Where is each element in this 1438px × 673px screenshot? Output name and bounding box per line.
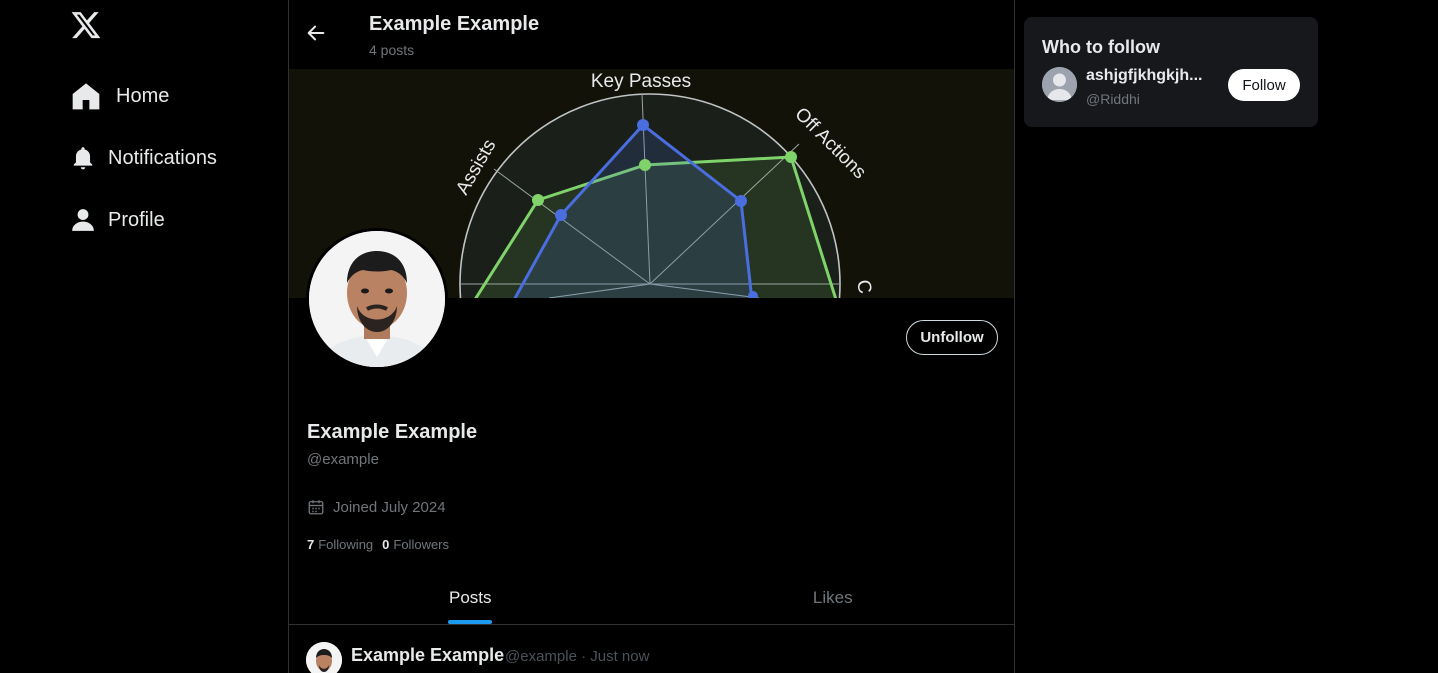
followers-count: 0 xyxy=(382,537,390,552)
sidebar-nav: Home Notifications Profile xyxy=(70,78,217,264)
joined-date: Joined July 2024 xyxy=(307,498,446,516)
sidebar-item-label: Notifications xyxy=(108,146,217,169)
profile-name: Example Example xyxy=(307,421,478,443)
following-label: Following xyxy=(318,537,374,552)
header-post-count: 4 posts xyxy=(369,42,415,58)
calendar-icon xyxy=(307,498,325,516)
header-title: Example Example xyxy=(369,13,540,35)
followers-link[interactable]: 0 Followers xyxy=(382,537,449,552)
radar-label-key-passes: Key Passes xyxy=(591,71,691,92)
person-icon xyxy=(70,202,106,238)
tab-likes[interactable]: Likes xyxy=(652,577,1015,624)
sidebar-item-profile[interactable]: Profile xyxy=(70,202,217,238)
post-author-name[interactable]: Example Example xyxy=(351,645,504,666)
profile-header-bar: Example Example 4 posts xyxy=(289,0,1014,69)
active-tab-indicator xyxy=(448,620,493,624)
post-item[interactable]: Example Example @example · Just now xyxy=(289,626,1014,673)
follow-button[interactable]: Follow xyxy=(1228,69,1300,101)
post-avatar[interactable] xyxy=(306,642,342,673)
suggested-user-handle: @Riddhi xyxy=(1086,91,1140,107)
who-to-follow-title: Who to follow xyxy=(1042,37,1160,57)
who-to-follow-card: Who to follow ashjgfjkhgkjh... @Riddhi F… xyxy=(1024,17,1318,127)
suggested-user-avatar[interactable] xyxy=(1042,67,1077,102)
tab-label: Likes xyxy=(812,588,853,607)
sidebar-item-home[interactable]: Home xyxy=(70,78,217,114)
joined-text: Joined July 2024 xyxy=(333,498,446,516)
profile-handle: @example xyxy=(307,451,379,468)
unfollow-button[interactable]: Unfollow xyxy=(906,320,998,355)
following-count: 7 xyxy=(307,537,315,552)
profile-avatar[interactable] xyxy=(306,228,448,370)
tab-posts[interactable]: Posts xyxy=(289,577,652,624)
follow-stats: 7 Following 0 Followers xyxy=(307,537,458,552)
back-arrow-icon[interactable] xyxy=(305,22,327,44)
suggested-user-name[interactable]: ashjgfjkhgkjh... xyxy=(1086,67,1208,85)
sidebar-item-notifications[interactable]: Notifications xyxy=(70,140,217,176)
bell-icon xyxy=(70,140,106,176)
profile-tabs: Posts Likes xyxy=(289,577,1014,625)
radar-label-partial: C xyxy=(852,278,875,295)
following-link[interactable]: 7 Following xyxy=(307,537,373,552)
sidebar-item-label: Home xyxy=(116,84,170,107)
home-icon xyxy=(70,78,106,114)
post-meta: @example · Just now xyxy=(505,648,650,665)
sidebar-item-label: Profile xyxy=(108,208,165,231)
x-logo-icon[interactable] xyxy=(70,9,102,41)
followers-label: Followers xyxy=(393,537,450,552)
profile-column: Example Example 4 posts Key Passes Off A… xyxy=(288,0,1015,673)
tab-label: Posts xyxy=(448,588,492,607)
